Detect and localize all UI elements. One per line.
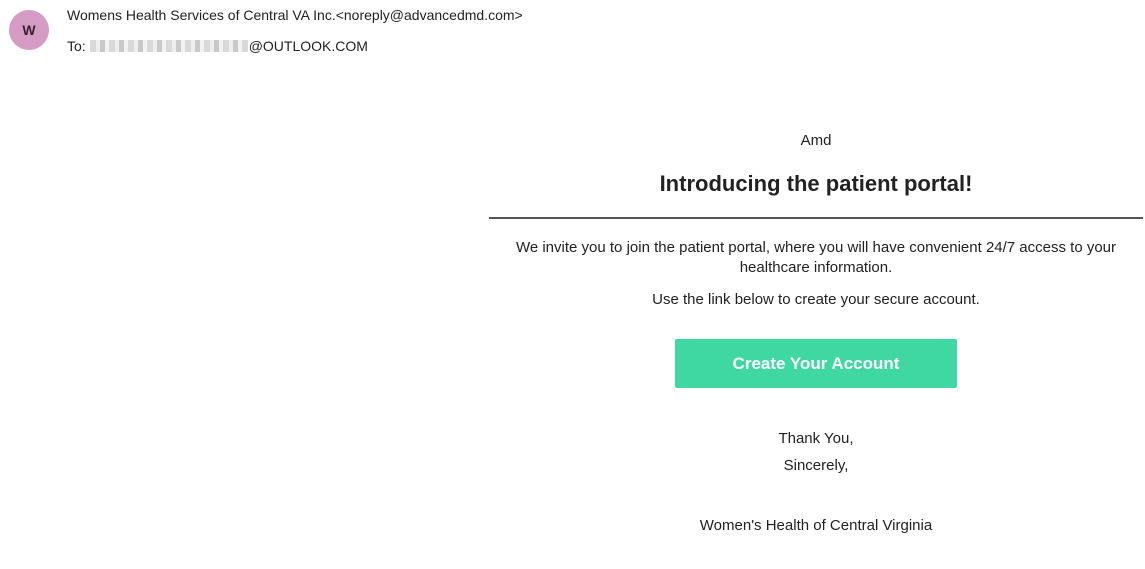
to-label: To: xyxy=(67,38,86,54)
sender-avatar: W xyxy=(9,10,49,50)
thanks-text: Thank You, xyxy=(778,430,854,447)
signature-text: Women's Health of Central Virginia xyxy=(699,517,933,534)
brand-name: Amd xyxy=(800,132,832,149)
avatar-letter: W xyxy=(22,22,36,38)
recipient-line: To: @OUTLOOK.COM xyxy=(67,38,368,54)
sincerely-text: Sincerely, xyxy=(783,457,849,474)
instruction-text: Use the link below to create your secure… xyxy=(652,291,980,308)
email-title: Introducing the patient portal! xyxy=(659,171,973,196)
invite-text: We invite you to join the patient portal… xyxy=(515,239,1117,276)
sender-line: Womens Health Services of Central VA Inc… xyxy=(67,7,523,23)
email-view: W Womens Health Services of Central VA I… xyxy=(0,0,1145,569)
create-account-button[interactable]: Create Your Account xyxy=(675,339,957,388)
redacted-recipient xyxy=(89,40,248,52)
title-divider xyxy=(489,217,1143,219)
recipient-address: @OUTLOOK.COM xyxy=(248,38,368,54)
email-body: Amd Introducing the patient portal! We i… xyxy=(489,125,1143,536)
